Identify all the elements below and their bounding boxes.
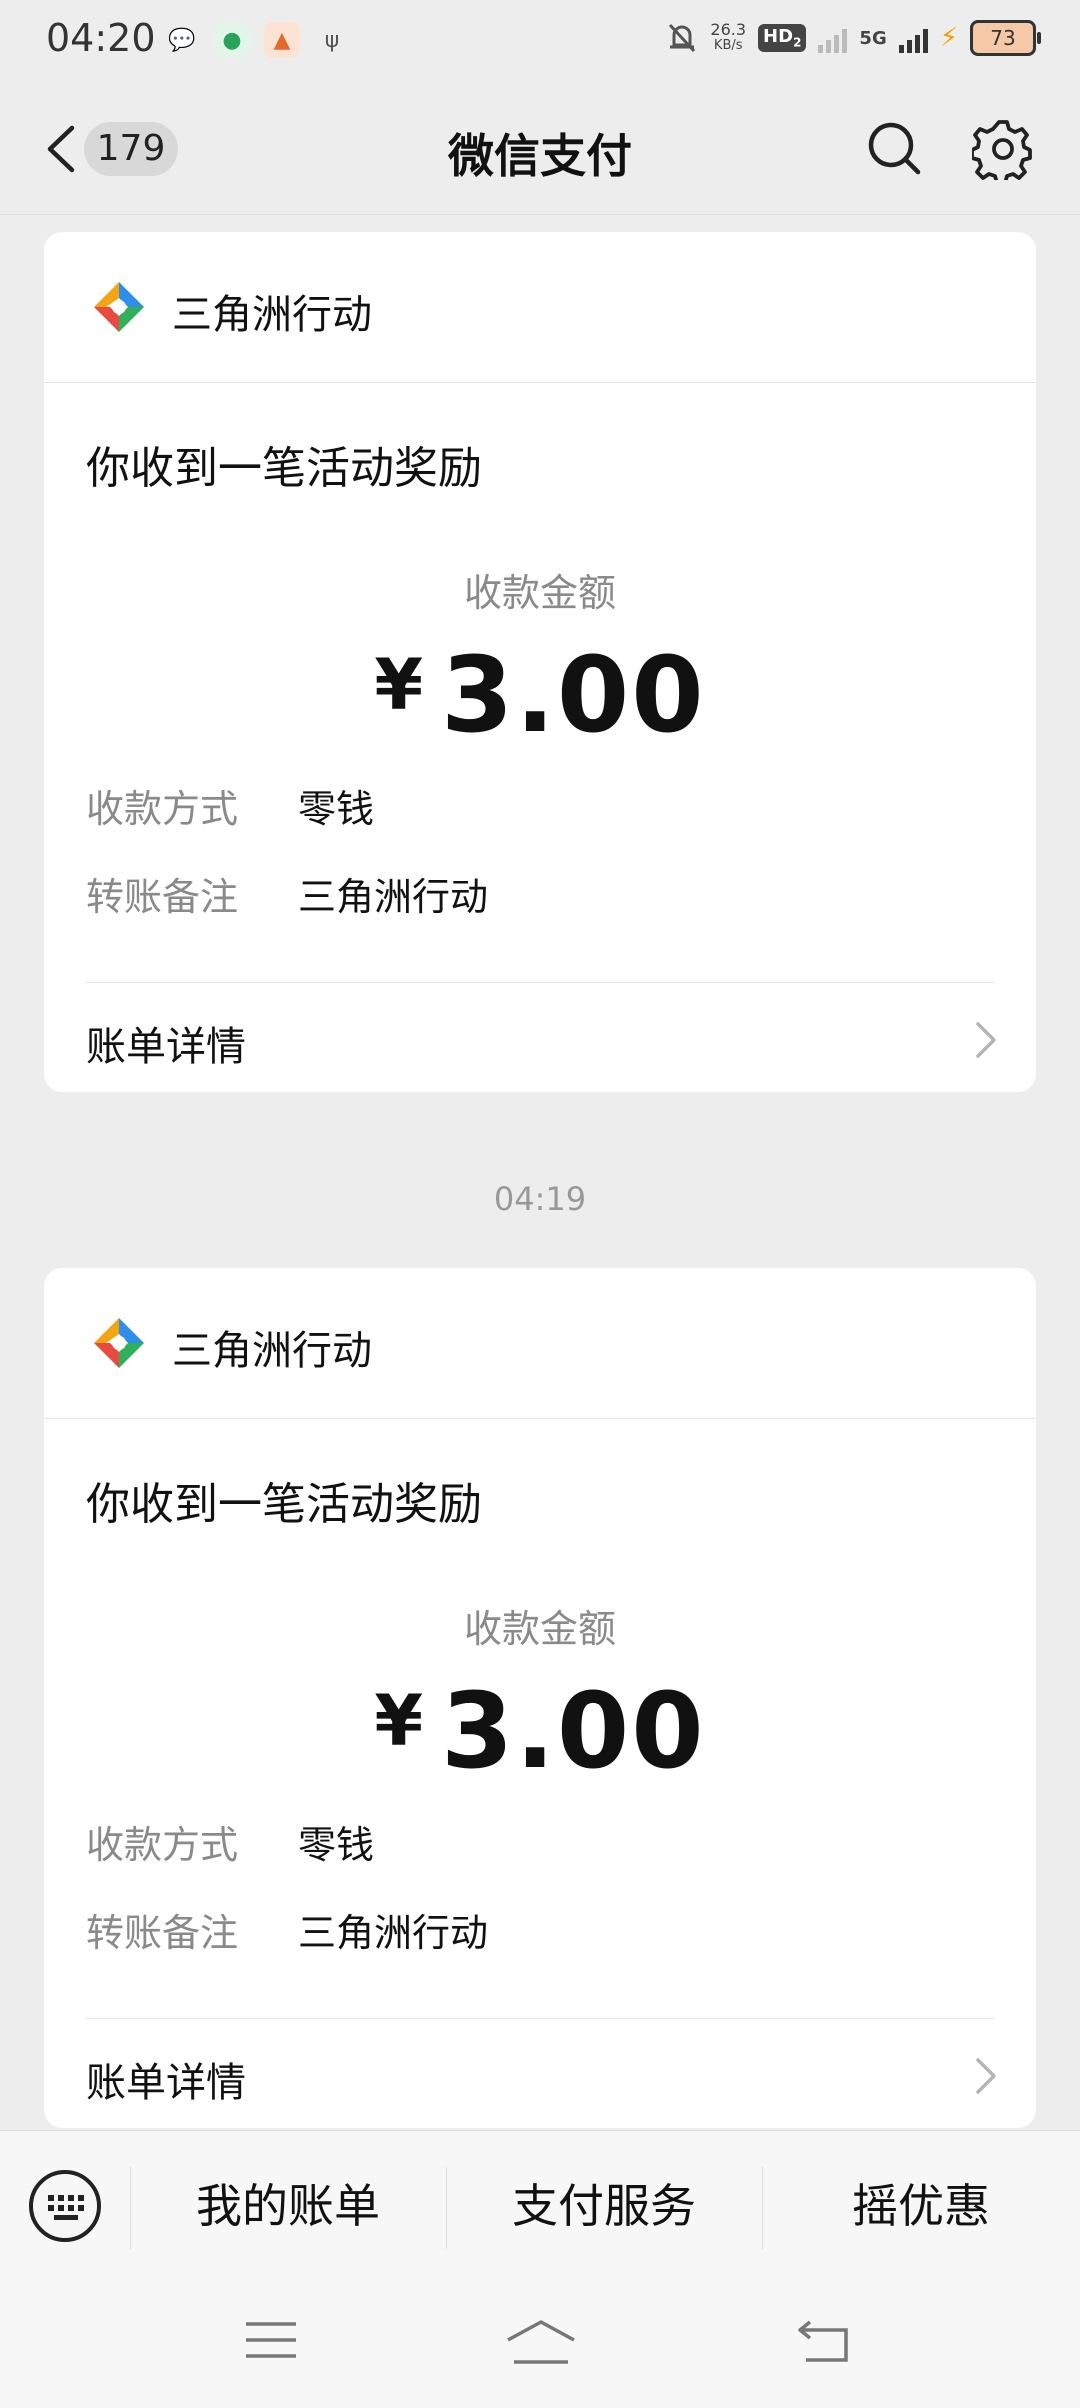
card-header: 三角洲行动 — [44, 232, 1036, 383]
mute-bell-icon — [669, 23, 696, 53]
status-time: 04:20 — [46, 16, 156, 60]
search-icon[interactable] — [866, 120, 922, 176]
amount-label: 收款金额 — [463, 1607, 616, 1651]
card-headline: 你收到一笔活动奖励 — [86, 1479, 482, 1530]
status-bar: 04:20 💬 ● ▲ ψ 26.3 KB/s HD2 5G ⚡ 73 — [0, 0, 1080, 84]
fox-app-icon: ▲ — [264, 22, 300, 58]
net-speed-unit: KB/s — [713, 38, 743, 53]
menu-lines-icon[interactable] — [244, 2318, 298, 2364]
bill-details-link[interactable]: 账单详情 — [44, 2020, 1036, 2128]
gear-icon[interactable] — [972, 118, 1034, 180]
usb-icon: ψ — [324, 27, 340, 53]
card-headline: 你收到一笔活动奖励 — [86, 443, 482, 494]
payment-method-row: 收款方式 零钱 — [86, 1814, 374, 1869]
transfer-note-key: 转账备注 — [86, 875, 239, 919]
payment-message-card[interactable]: 三角洲行动 你收到一笔活动奖励 收款金额 ¥3.00 收款方式 零钱 转账备注 三角… — [44, 232, 1036, 1092]
nav-bar: 179 微信支付 — [0, 84, 1080, 215]
network-type: 5G — [859, 27, 887, 49]
delta-force-logo-icon — [94, 282, 144, 332]
system-navigation-bar — [0, 2280, 1080, 2408]
payment-method-key: 收款方式 — [86, 787, 239, 831]
transfer-note-value: 三角洲行动 — [298, 1911, 489, 1955]
payment-method-value: 零钱 — [298, 1823, 375, 1867]
currency-symbol: ¥ — [374, 644, 424, 726]
amount-value: ¥3.00 — [44, 634, 1036, 756]
keyboard-icon[interactable] — [28, 2169, 102, 2243]
battery-icon: 73 — [970, 20, 1041, 56]
payment-method-row: 收款方式 零钱 — [86, 778, 374, 833]
notification-icons: 💬 ● ▲ ψ — [164, 22, 350, 58]
charging-icon: ⚡ — [939, 23, 958, 53]
app-notification-icon: ● — [214, 22, 250, 58]
wechat-icon: 💬 — [168, 27, 196, 53]
net-speed: 26.3 KB/s — [710, 22, 746, 54]
signal-icon-sim2 — [898, 23, 928, 53]
net-speed-value: 26.3 — [710, 20, 747, 39]
menu-my-bills[interactable]: 我的账单 — [130, 2131, 446, 2281]
divider — [86, 982, 994, 983]
card-header: 三角洲行动 — [44, 1268, 1036, 1419]
chevron-right-icon — [976, 1022, 996, 1058]
bill-details-link[interactable]: 账单详情 — [44, 984, 1036, 1092]
divider — [86, 2018, 994, 2019]
amount-number: 3.00 — [441, 1670, 706, 1792]
bill-details-label: 账单详情 — [86, 2060, 246, 2106]
status-right: 26.3 KB/s HD2 5G ⚡ 73 — [666, 20, 1041, 56]
transfer-note-row: 转账备注 三角洲行动 — [86, 1902, 488, 1957]
payment-message-card[interactable]: 三角洲行动 你收到一笔活动奖励 收款金额 ¥3.00 收款方式 零钱 转账备注 三角… — [44, 1268, 1036, 2128]
message-timestamp: 04:19 — [493, 1180, 587, 1218]
transfer-note-row: 转账备注 三角洲行动 — [86, 866, 488, 921]
amount-value: ¥3.00 — [44, 1670, 1036, 1792]
menu-shake-deals[interactable]: 摇优惠 — [762, 2131, 1080, 2281]
chevron-right-icon — [976, 2058, 996, 2094]
home-icon[interactable] — [504, 2318, 578, 2368]
transfer-note-key: 转账备注 — [86, 1911, 239, 1955]
currency-symbol: ¥ — [374, 1680, 424, 1762]
amount-label: 收款金额 — [463, 571, 616, 615]
delta-force-logo-icon — [94, 1318, 144, 1368]
signal-icon-sim1 — [818, 23, 848, 53]
amount-number: 3.00 — [441, 634, 706, 756]
bottom-menu: 我的账单 支付服务 摇优惠 — [0, 2130, 1080, 2281]
menu-payment-services[interactable]: 支付服务 — [446, 2131, 762, 2281]
brand-name: 三角洲行动 — [172, 292, 372, 338]
transfer-note-value: 三角洲行动 — [298, 875, 489, 919]
payment-method-value: 零钱 — [298, 787, 375, 831]
hd-badge: HD2 — [758, 24, 807, 52]
payment-method-key: 收款方式 — [86, 1823, 239, 1867]
bill-details-label: 账单详情 — [86, 1024, 246, 1070]
back-nav-icon[interactable] — [796, 2318, 852, 2366]
brand-name: 三角洲行动 — [172, 1328, 372, 1374]
